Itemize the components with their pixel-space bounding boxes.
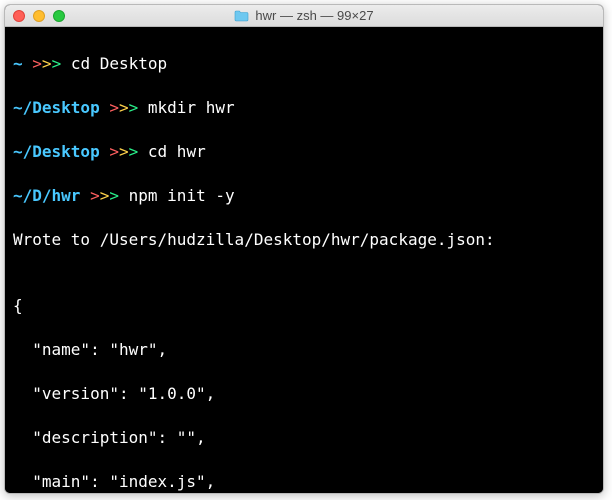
terminal-window: hwr — zsh — 99×27 ~ >>> cd Desktop ~/Des… [4,4,604,494]
zoom-icon[interactable] [53,10,65,22]
command-text: cd hwr [148,142,206,161]
output-line: Wrote to /Users/hudzilla/Desktop/hwr/pac… [13,229,595,251]
prompt-line: ~/Desktop >>> mkdir hwr [13,97,595,119]
prompt-line: ~ >>> cd Desktop [13,53,595,75]
command-text: npm init -y [129,186,235,205]
output-line: "description": "", [13,427,595,449]
output-line: "name": "hwr", [13,339,595,361]
prompt-line: ~/Desktop >>> cd hwr [13,141,595,163]
folder-icon [234,10,249,22]
command-text: mkdir hwr [148,98,235,117]
terminal-viewport[interactable]: ~ >>> cd Desktop ~/Desktop >>> mkdir hwr… [5,27,603,493]
output-line: { [13,295,595,317]
minimize-icon[interactable] [33,10,45,22]
titlebar: hwr — zsh — 99×27 [5,5,603,27]
window-title: hwr — zsh — 99×27 [255,8,373,23]
prompt-line: ~/D/hwr >>> npm init -y [13,185,595,207]
command-text: cd Desktop [71,54,167,73]
close-icon[interactable] [13,10,25,22]
output-line: "main": "index.js", [13,471,595,493]
output-line: "version": "1.0.0", [13,383,595,405]
